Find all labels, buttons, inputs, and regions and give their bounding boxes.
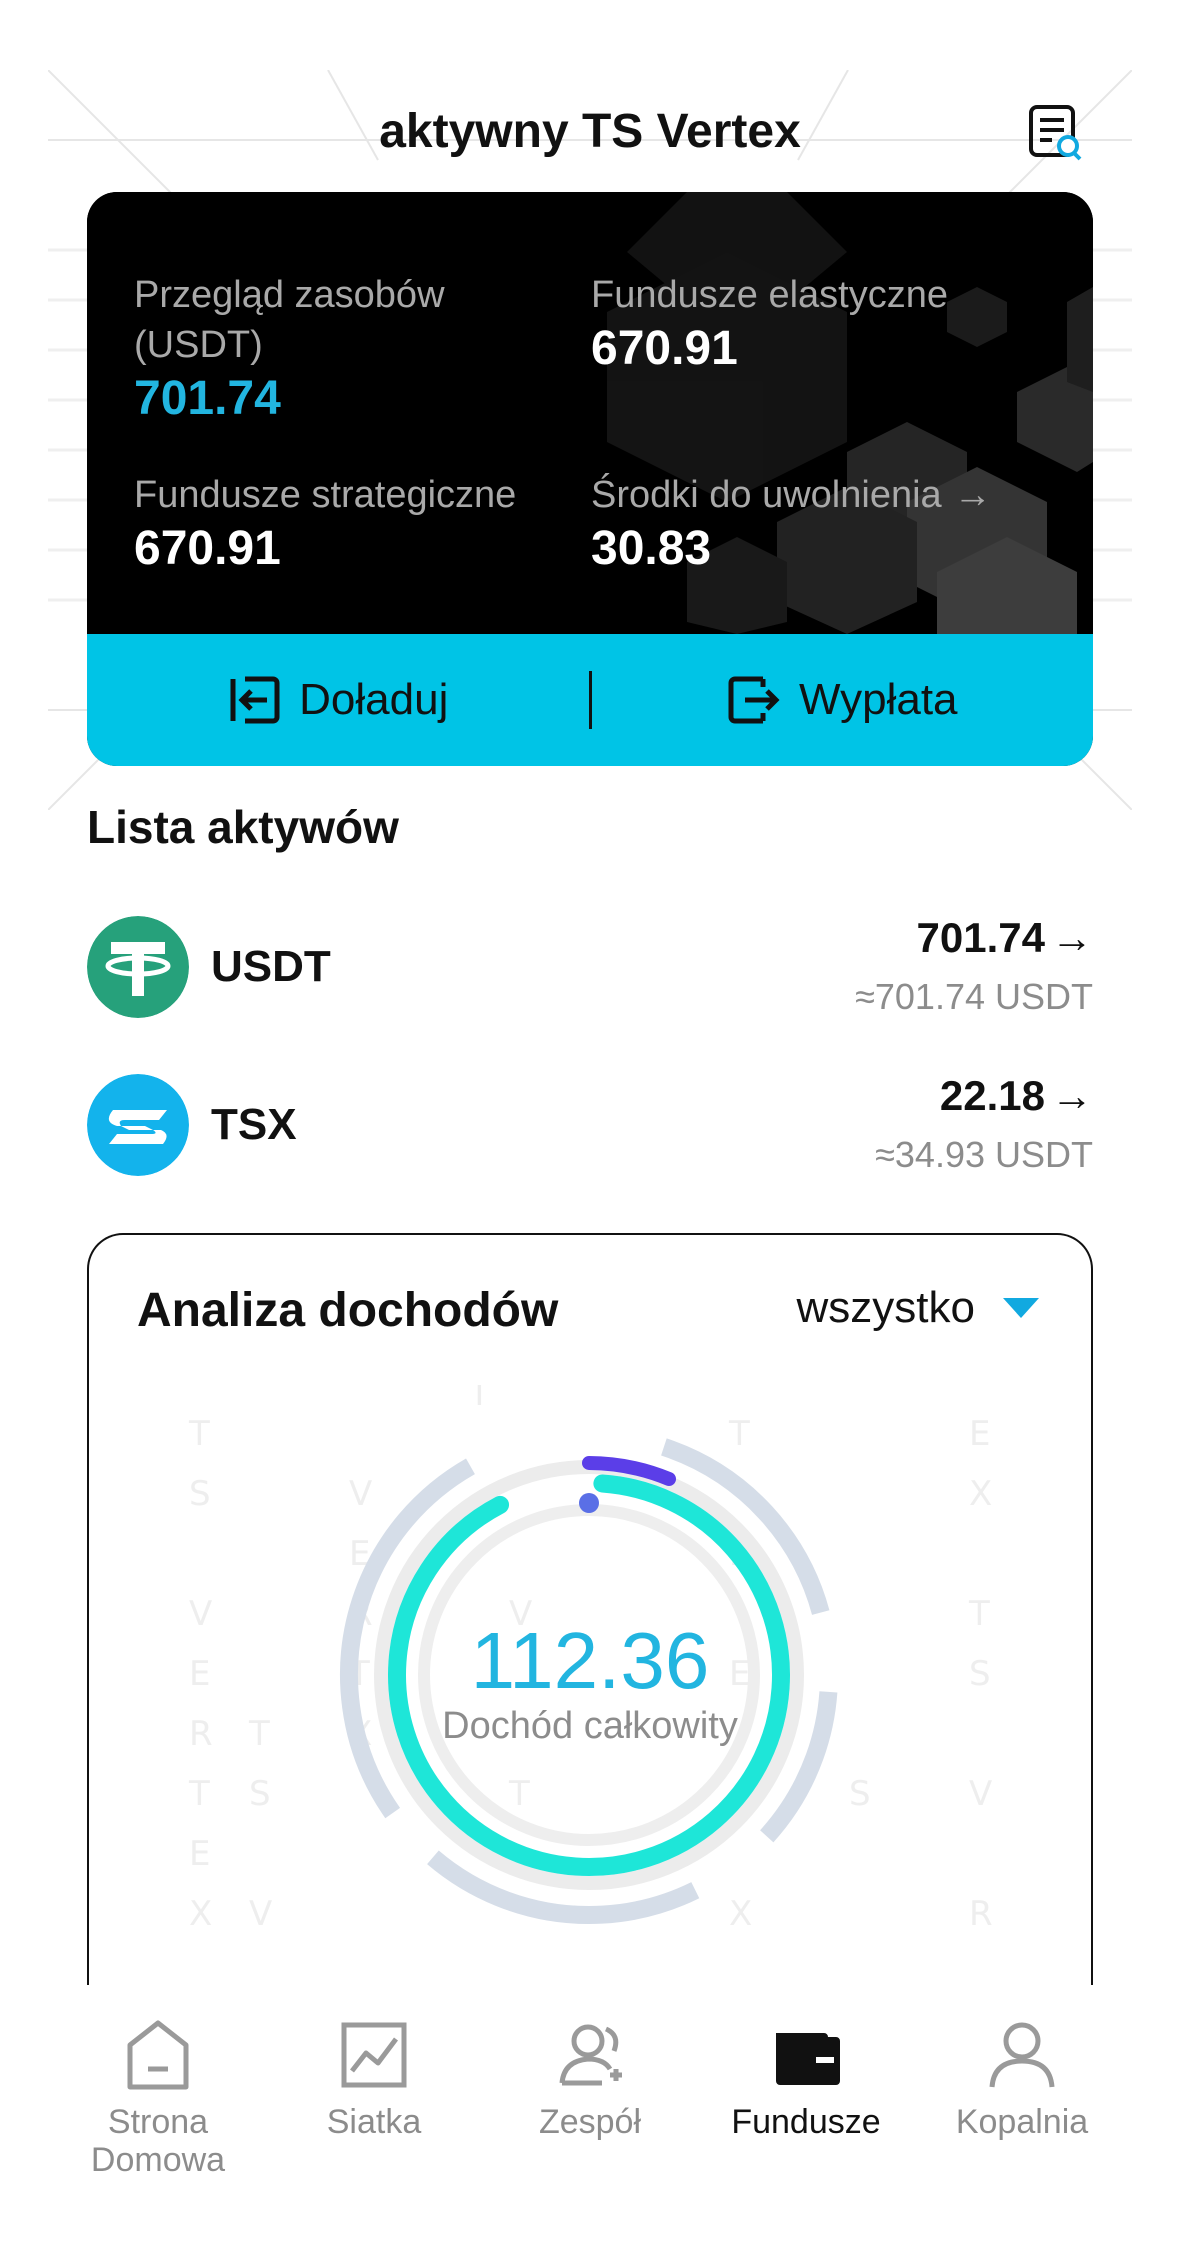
svg-text:R: R bbox=[969, 1894, 993, 1934]
income-title: Analiza dochodów bbox=[137, 1284, 559, 1337]
document-search-icon[interactable] bbox=[1028, 104, 1084, 162]
asset-name: TSX bbox=[211, 1100, 297, 1149]
nav-item-funds[interactable]: Fundusze bbox=[698, 2015, 914, 2141]
arrow-right-icon: → bbox=[953, 474, 992, 516]
asset-amount-row: 701.74 → bbox=[917, 914, 1093, 962]
nav-label: Strona Domowa bbox=[90, 2103, 226, 2179]
withdraw-icon bbox=[728, 676, 780, 724]
svg-text:S: S bbox=[189, 1474, 211, 1514]
chart-icon bbox=[341, 2022, 407, 2088]
svg-text:S: S bbox=[249, 1774, 271, 1814]
strategic-value: 670.91 bbox=[134, 522, 281, 575]
nav-label: Fundusze bbox=[731, 2103, 881, 2141]
svg-text:V: V bbox=[969, 1774, 992, 1814]
overview-label: Przegląd zasobów (USDT) bbox=[134, 274, 445, 366]
asset-list-title: Lista aktywów bbox=[87, 801, 399, 853]
strategic-label: Fundusze strategiczne bbox=[134, 474, 517, 516]
svg-text:T: T bbox=[188, 1774, 210, 1814]
filter-value: wszystko bbox=[796, 1283, 975, 1332]
asset-approx: ≈34.93 USDT bbox=[875, 1134, 1093, 1175]
tether-icon bbox=[87, 916, 189, 1018]
asset-row-tsx[interactable]: TSX 22.18 → ≈34.93 USDT bbox=[87, 1072, 1093, 1184]
asset-approx: ≈701.74 USDT bbox=[855, 976, 1093, 1017]
nav-label: Zespół bbox=[538, 2103, 642, 2141]
svg-text:E: E bbox=[189, 1834, 210, 1874]
svg-text:X: X bbox=[189, 1894, 212, 1934]
page-title: aktywny TS Vertex bbox=[379, 105, 801, 158]
income-analysis-card: Analiza dochodów wszystko TSVERTEX VERTX… bbox=[87, 1233, 1093, 2033]
svg-text:X: X bbox=[969, 1474, 992, 1514]
deposit-icon bbox=[230, 676, 280, 724]
withdraw-button[interactable]: Wypłata bbox=[592, 673, 1094, 727]
nav-label: Siatka bbox=[326, 2103, 422, 2141]
user-icon bbox=[989, 2022, 1055, 2088]
svg-text:T: T bbox=[188, 1414, 210, 1454]
nav-item-grid[interactable]: Siatka bbox=[266, 2015, 482, 2141]
caret-down-icon bbox=[1003, 1298, 1039, 1318]
asset-amount: 701.74 bbox=[916, 914, 1045, 961]
team-icon bbox=[559, 2024, 622, 2086]
asset-card-body: Przegląd zasobów (USDT) 701.74 Fundusze … bbox=[87, 192, 1093, 634]
flexible-stat: Fundusze elastyczne 670.91 bbox=[591, 270, 1071, 378]
header: aktywny TS Vertex bbox=[0, 0, 1180, 810]
bottom-navigation: Strona Domowa Siatka Zespół Fundusze Kop… bbox=[0, 1985, 1180, 2260]
flexible-label: Fundusze elastyczne bbox=[591, 274, 948, 316]
svg-text:V: V bbox=[249, 1894, 272, 1934]
period-filter-dropdown[interactable]: wszystko bbox=[797, 1283, 1039, 1333]
releasable-label-row: Środki do uwolnienia → bbox=[591, 470, 1071, 520]
releasable-stat[interactable]: Środki do uwolnienia → 30.83 bbox=[591, 470, 1071, 578]
nav-item-home[interactable]: Strona Domowa bbox=[50, 2015, 266, 2179]
nav-item-team[interactable]: Zespół bbox=[482, 2015, 698, 2141]
releasable-value: 30.83 bbox=[591, 522, 712, 575]
total-income-label: Dochód całkowity bbox=[442, 1705, 738, 1747]
strategic-stat: Fundusze strategiczne 670.91 bbox=[134, 470, 574, 578]
asset-overview-card: Przegląd zasobów (USDT) 701.74 Fundusze … bbox=[87, 192, 1093, 766]
overview-value: 701.74 bbox=[134, 372, 281, 425]
arrow-right-icon: → bbox=[1051, 914, 1093, 961]
tsx-icon bbox=[87, 1074, 189, 1176]
nav-label: Kopalnia bbox=[955, 2103, 1089, 2141]
withdraw-label: Wypłata bbox=[798, 675, 958, 724]
asset-name: USDT bbox=[211, 942, 331, 991]
overview-stat: Przegląd zasobów (USDT) 701.74 bbox=[134, 270, 554, 428]
flexible-value: 670.91 bbox=[591, 322, 738, 375]
asset-row-usdt[interactable]: USDT 701.74 → ≈701.74 USDT bbox=[87, 914, 1093, 1026]
svg-text:S: S bbox=[849, 1774, 871, 1814]
wallet-icon bbox=[776, 2033, 840, 2085]
deposit-label: Doładuj bbox=[299, 675, 449, 724]
svg-text:E: E bbox=[969, 1414, 990, 1454]
card-action-bar: Doładuj Wypłata bbox=[87, 634, 1093, 766]
home-icon bbox=[127, 2020, 189, 2090]
releasable-label: Środki do uwolnienia bbox=[591, 474, 942, 516]
arrow-right-icon: → bbox=[1051, 1072, 1093, 1119]
asset-amount-row: 22.18 → bbox=[940, 1072, 1093, 1120]
total-income-value: 112.36 bbox=[470, 1616, 710, 1705]
nav-item-mine[interactable]: Kopalnia bbox=[914, 2015, 1130, 2141]
asset-amount: 22.18 bbox=[939, 1072, 1045, 1119]
deposit-button[interactable]: Doładuj bbox=[87, 673, 589, 727]
